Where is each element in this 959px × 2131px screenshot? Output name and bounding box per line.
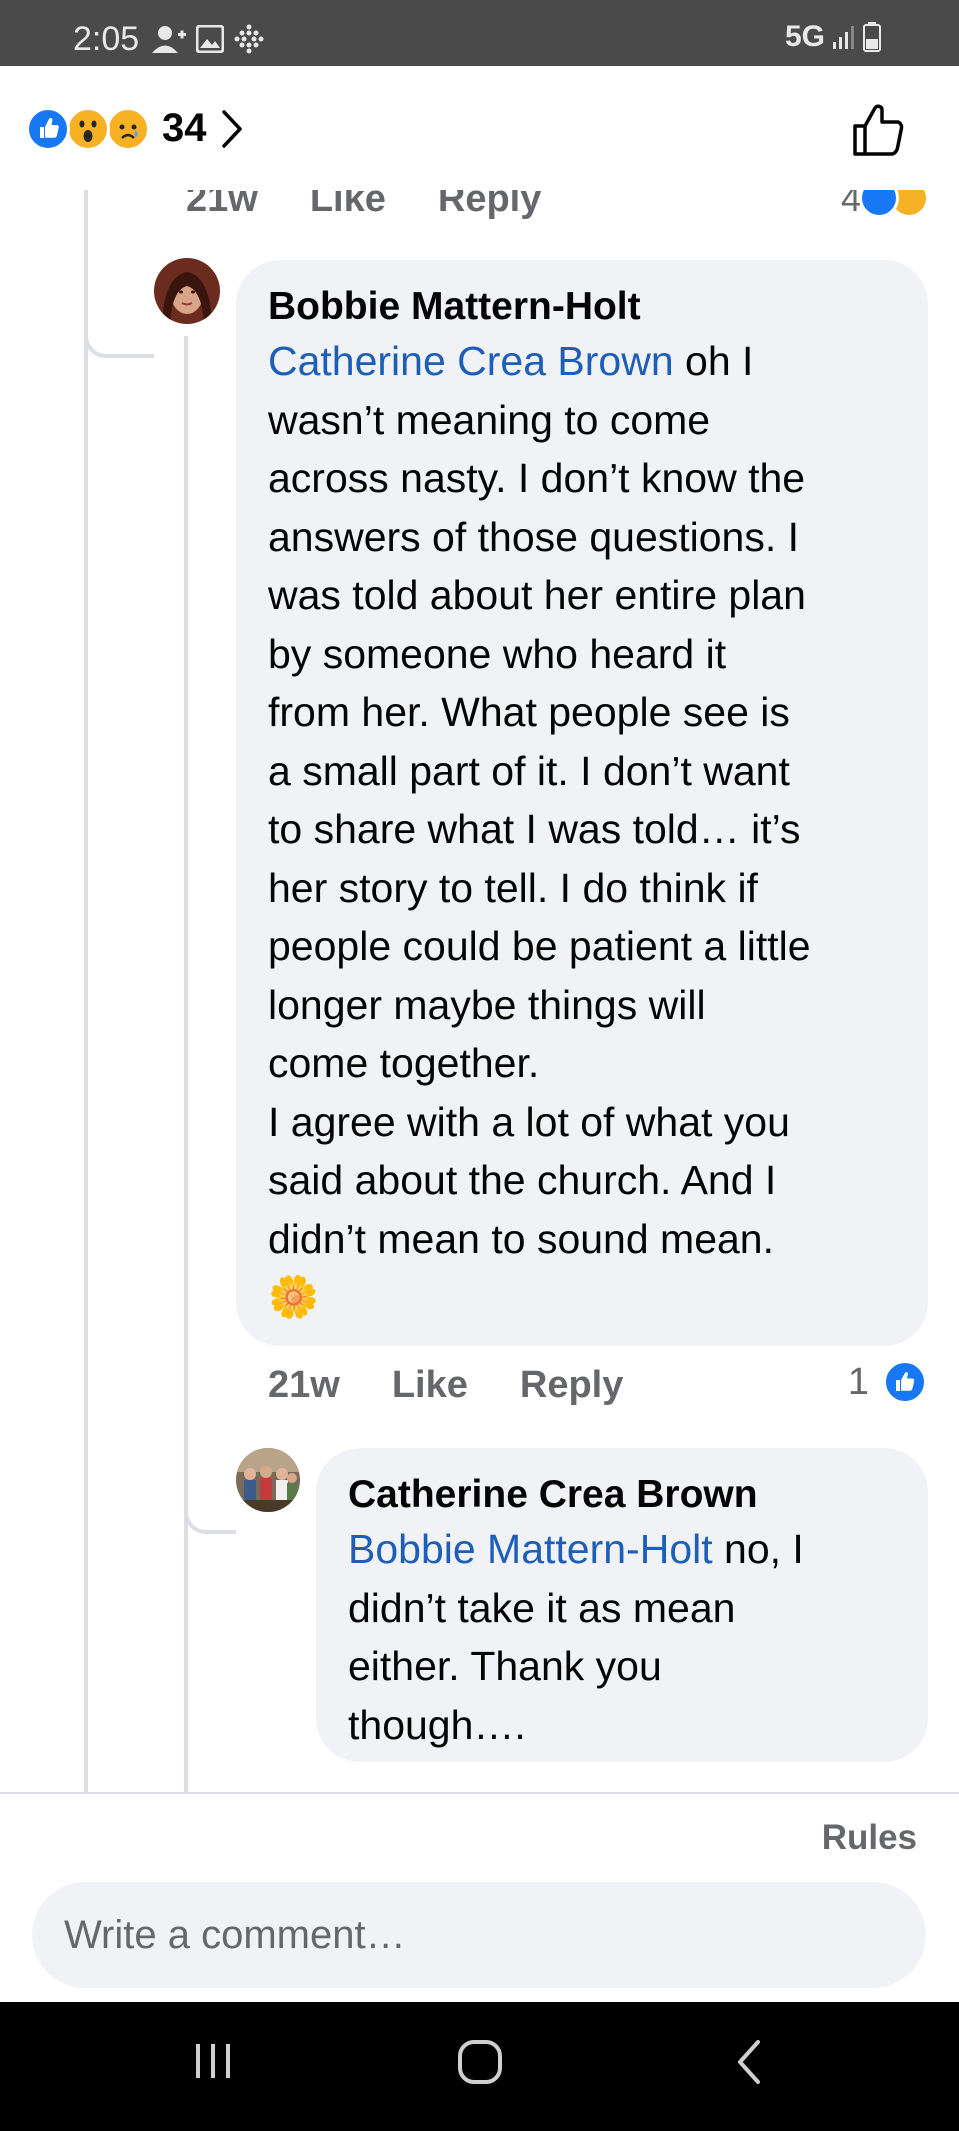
comment-bubble[interactable]: Bobbie Mattern-Holt Catherine Crea Brown… (236, 260, 928, 1346)
person-add-icon (152, 26, 186, 53)
comment-line: said about the church. And I (268, 1157, 777, 1203)
comment-line: either. Thank you (348, 1643, 662, 1689)
system-nav-bar (0, 2002, 959, 2131)
reaction-count: 34 (162, 106, 207, 150)
comment-line: a small part of it. I don’t want (268, 747, 790, 794)
reply-button[interactable]: Reply (520, 1364, 623, 1407)
comment-line: to share what I was told… it’s (268, 806, 801, 852)
comment-line: no, I (712, 1526, 804, 1572)
like-button[interactable]: Like (392, 1364, 468, 1407)
avatar[interactable] (154, 258, 220, 324)
thread-connector-inner (184, 1466, 236, 1534)
comment-reactions[interactable]: 1 (848, 1360, 927, 1404)
dots-grid-icon (234, 24, 264, 54)
chevron-right-icon (221, 109, 242, 148)
system-status-icons: 5G (785, 20, 881, 54)
mention-link[interactable]: Catherine Crea Brown (268, 338, 674, 384)
thread-line-outer (84, 186, 88, 1792)
rules-link[interactable]: Rules (822, 1818, 917, 1858)
composer-divider (0, 1792, 959, 1794)
comment-line: I agree with a lot of what you (268, 1098, 790, 1145)
thread-line-inner (184, 336, 188, 1792)
signal-icon (833, 26, 854, 49)
comment-line: longer maybe things will (268, 981, 706, 1028)
comment-line: didn’t mean to sound mean. (268, 1215, 774, 1262)
comment-line: come together. (268, 1040, 540, 1086)
sad-icon (106, 106, 150, 151)
wow-icon (66, 106, 110, 151)
battery-icon (863, 22, 881, 52)
network-label: 5G (784, 20, 825, 53)
status-bar: 2:05 5G (0, 0, 959, 66)
like-badge-icon (883, 1360, 927, 1404)
comment-input[interactable] (32, 1882, 926, 1988)
thumbs-up-outline-icon[interactable] (851, 102, 907, 158)
avatar[interactable] (236, 1448, 300, 1512)
recent-apps-icon[interactable] (190, 2038, 236, 2084)
comment-line: across nasty. I don’t know the (268, 455, 806, 501)
flower-emoji: 🌼 (268, 1274, 320, 1320)
comments-sheet: 21w Like Reply 4 34 Bobbie Mattern-Holt … (0, 66, 959, 2002)
comment-line: answers of those questions. I (268, 513, 800, 560)
thread-connector-outer (84, 266, 154, 358)
comment-line: her story to tell. I do think if (268, 864, 758, 911)
notification-icons (152, 24, 264, 54)
comment-line: people could be patient a little (268, 923, 811, 969)
image-icon (196, 25, 224, 53)
comment-line: was told about her entire plan (268, 572, 806, 618)
mention-link[interactable]: Bobbie Mattern-Holt (348, 1526, 713, 1572)
comment-line: though…. (348, 1701, 526, 1748)
comment-line: by someone who heard it (268, 630, 727, 677)
comment-line: didn’t take it as mean (348, 1584, 736, 1631)
home-icon[interactable] (456, 2038, 504, 2086)
comment-reaction-count: 1 (847, 1360, 869, 1403)
comment-line: oh I (673, 338, 754, 384)
comment-author[interactable]: Bobbie Mattern-Holt (268, 282, 896, 332)
back-icon[interactable] (734, 2038, 764, 2086)
reaction-header: 34 (0, 66, 959, 190)
comment-actions: 21w Like Reply (268, 1364, 675, 1407)
comment-author[interactable]: Catherine Crea Brown (348, 1470, 896, 1520)
comment-time[interactable]: 21w (268, 1364, 340, 1407)
comment-text: Catherine Crea Brown oh I wasn’t meaning… (268, 332, 896, 1327)
comment-line: wasn’t meaning to come (268, 396, 711, 443)
reaction-summary[interactable]: 34 (26, 106, 243, 151)
status-time: 2:05 (73, 20, 140, 58)
like-icon (26, 106, 70, 151)
comment-line: from her. What people see is (268, 689, 790, 735)
comment-bubble[interactable]: Catherine Crea Brown Bobbie Mattern-Holt… (316, 1448, 928, 1762)
comment-text: Bobbie Mattern-Holt no, I didn’t take it… (348, 1520, 896, 1754)
